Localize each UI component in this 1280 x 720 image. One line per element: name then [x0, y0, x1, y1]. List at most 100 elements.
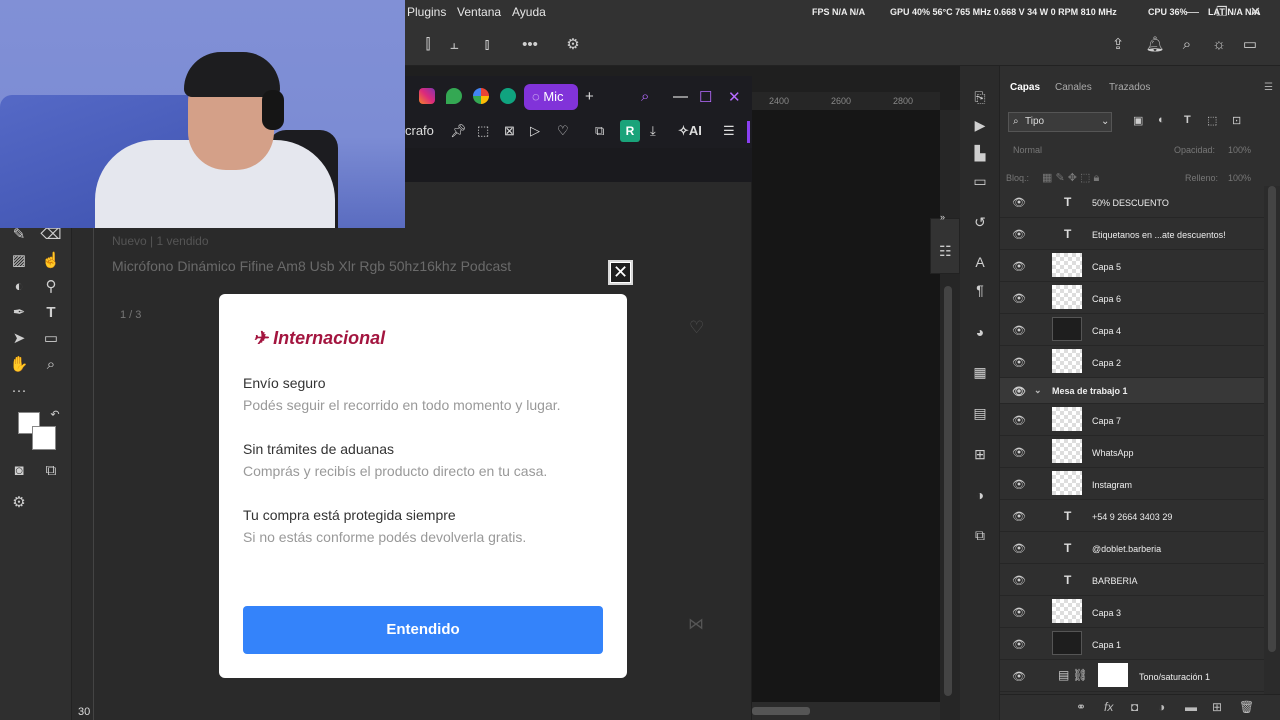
visibility-eye-icon[interactable]: 👁︎ — [1012, 606, 1026, 619]
layers-scroll-thumb[interactable] — [1268, 186, 1276, 652]
properties-icon[interactable]: ☷ — [939, 243, 952, 260]
layer-row[interactable]: 👁︎ Capa 3 — [1000, 596, 1264, 628]
visibility-eye-icon[interactable]: 👁︎ — [1012, 574, 1026, 587]
actions-icon[interactable]: ⎘ — [969, 86, 991, 108]
comments-icon[interactable]: ▭ — [969, 170, 991, 192]
layer-group-row[interactable]: 👁︎ ⌄ Mesa de trabajo 1 — [1000, 378, 1264, 404]
minimize-icon[interactable]: — — [673, 88, 688, 105]
hscroll-thumb[interactable] — [752, 707, 810, 715]
layer-row[interactable]: 👁︎ Capa 6 — [1000, 282, 1264, 314]
canvas-hscroll[interactable] — [752, 702, 940, 720]
extensions-icon[interactable]: ⧉ — [595, 123, 604, 139]
smart-filter-icon[interactable]: ⊡ — [1232, 114, 1241, 127]
align-left-icon[interactable]: ⫿ — [418, 35, 438, 55]
r-extension[interactable]: R — [620, 120, 640, 142]
gear-icon[interactable]: ⚙ — [563, 35, 583, 55]
menu-ayuda[interactable]: Ayuda — [512, 5, 546, 19]
adjust-filter-icon[interactable]: ◐ — [1158, 114, 1165, 126]
adjustments-icon[interactable]: ◑ — [969, 484, 991, 506]
layer-row[interactable]: 👁︎ Instagram — [1000, 468, 1264, 500]
restore-icon[interactable]: ❐ — [1216, 4, 1228, 20]
layer-mask-thumbnail[interactable] — [1098, 663, 1128, 687]
visibility-eye-icon[interactable]: 👁︎ — [1012, 542, 1026, 555]
gradients-icon[interactable]: ▤ — [969, 402, 991, 424]
search-icon[interactable]: ⌕ — [641, 88, 649, 105]
gradient-tool-icon[interactable]: ▨ — [8, 250, 30, 272]
blend-mode-select[interactable]: Normal — [1013, 145, 1042, 155]
screen-mode-icon[interactable]: ⧉ — [40, 460, 62, 482]
more-options-icon[interactable]: ••• — [520, 35, 540, 55]
visibility-eye-icon[interactable]: 👁︎ — [1012, 228, 1026, 241]
layer-row[interactable]: 👁︎ T BARBERIA — [1000, 564, 1264, 596]
new-tab-icon[interactable]: + — [585, 88, 594, 105]
shape-filter-icon[interactable]: ⬚ — [1207, 114, 1217, 127]
dodge-tool-icon[interactable]: ◐ — [8, 276, 30, 298]
layer-row[interactable]: 👁︎ Capa 2 — [1000, 346, 1264, 378]
more-tools-icon[interactable]: ··· — [8, 380, 30, 402]
address-text[interactable]: crafo — [405, 123, 434, 138]
visibility-eye-icon[interactable]: 👁︎ — [1012, 356, 1026, 369]
heart-icon[interactable]: ♡ — [557, 123, 569, 139]
align-bottom-icon[interactable]: ⫠ — [444, 35, 464, 55]
chevron-down-icon[interactable]: ⌄ — [1034, 385, 1042, 396]
layer-row[interactable]: 👁︎ Capa 7 — [1000, 404, 1264, 436]
history-icon[interactable]: ↺ — [969, 211, 991, 233]
quick-mask-icon[interactable]: ◙ — [8, 460, 30, 482]
vscroll-thumb[interactable] — [944, 286, 952, 696]
tab-active[interactable]: ◌ Mic — [524, 84, 578, 110]
patterns-icon[interactable]: ⊞ — [969, 443, 991, 465]
layer-row[interactable]: 👁︎ T Etiquetanos en ...ate descuentos! — [1000, 218, 1264, 250]
lightbulb-icon[interactable]: ☼ — [1209, 35, 1229, 55]
instagram-icon[interactable] — [419, 88, 435, 104]
extras-icon[interactable]: ⚙ — [8, 492, 30, 514]
screenshot-icon[interactable]: ⬚ — [477, 123, 489, 139]
layer-row[interactable]: 👁︎ Capa 5 — [1000, 250, 1264, 282]
background-color-swatch[interactable] — [32, 426, 56, 450]
favorite-heart-icon[interactable]: ♡ — [689, 318, 704, 338]
minimize-icon[interactable]: — — [1186, 4, 1199, 19]
tab-capas[interactable]: Capas — [1010, 82, 1040, 93]
adjustment-layer-icon[interactable]: ◑ — [1158, 700, 1165, 714]
layer-row[interactable]: 👁︎ ▤ ⛓ Tono/saturación 1 — [1000, 660, 1264, 692]
distribute-icon[interactable]: ⫾ — [477, 35, 497, 55]
layer-filter-select[interactable]: ⌕ Tipo ⌄ — [1008, 112, 1112, 132]
hand-tool-icon[interactable]: ✋ — [8, 354, 30, 376]
brush-presets-icon[interactable]: ▙ — [969, 142, 991, 164]
type-filter-icon[interactable]: T — [1184, 114, 1191, 126]
visibility-eye-icon[interactable]: 👁︎ — [1012, 292, 1026, 305]
libraries-icon[interactable]: ⧉ — [969, 524, 991, 546]
image-filter-icon[interactable]: ▣ — [1133, 114, 1143, 127]
layer-row[interactable]: 👁︎ T 50% DESCUENTO — [1000, 186, 1264, 218]
group-icon[interactable]: ▬ — [1185, 700, 1197, 714]
new-layer-icon[interactable]: ⊞ — [1212, 700, 1222, 714]
close-icon[interactable]: ✕ — [728, 88, 741, 106]
visibility-eye-icon[interactable]: 👁︎ — [1012, 638, 1026, 651]
visibility-eye-icon[interactable]: 👁︎ — [1012, 260, 1026, 273]
link-layers-icon[interactable]: ⚭ — [1076, 700, 1086, 714]
google-icon[interactable] — [473, 88, 489, 104]
layer-row[interactable]: 👁︎ WhatsApp — [1000, 436, 1264, 468]
pin-icon[interactable]: 📌︎ — [450, 123, 467, 139]
tab-trazados[interactable]: Trazados — [1109, 82, 1150, 93]
layer-row[interactable]: 👁︎ T +54 9 2664 3403 29 — [1000, 500, 1264, 532]
visibility-eye-icon[interactable]: 👁︎ — [1012, 414, 1026, 427]
play-icon[interactable]: ▷ — [530, 123, 540, 139]
share-icon[interactable]: ⇪ — [1108, 35, 1128, 55]
entendido-button[interactable]: Entendido — [243, 606, 603, 654]
visibility-eye-icon[interactable]: 👁︎ — [1012, 324, 1026, 337]
visibility-eye-icon[interactable]: 👁︎ — [1012, 446, 1026, 459]
menu-ventana[interactable]: Ventana — [457, 5, 501, 19]
play-action-icon[interactable]: ▶ — [969, 114, 991, 136]
close-icon[interactable]: » — [940, 212, 945, 222]
close-icon[interactable]: ✕ — [1250, 4, 1261, 20]
ai-button[interactable]: ✧AI — [678, 123, 702, 139]
layers-scrollbar[interactable] — [1264, 186, 1280, 694]
opacity-value[interactable]: 100% — [1228, 145, 1251, 155]
share-icon[interactable]: ⋈ — [688, 614, 704, 634]
character-icon[interactable]: A — [969, 251, 991, 273]
panel-menu-icon[interactable]: ☰ — [1264, 82, 1273, 93]
swap-colors-icon[interactable]: ↶ — [44, 404, 66, 426]
path-select-icon[interactable]: ➤ — [8, 328, 30, 350]
fx-icon[interactable]: fx — [1104, 700, 1113, 714]
fill-value[interactable]: 100% — [1228, 173, 1251, 183]
